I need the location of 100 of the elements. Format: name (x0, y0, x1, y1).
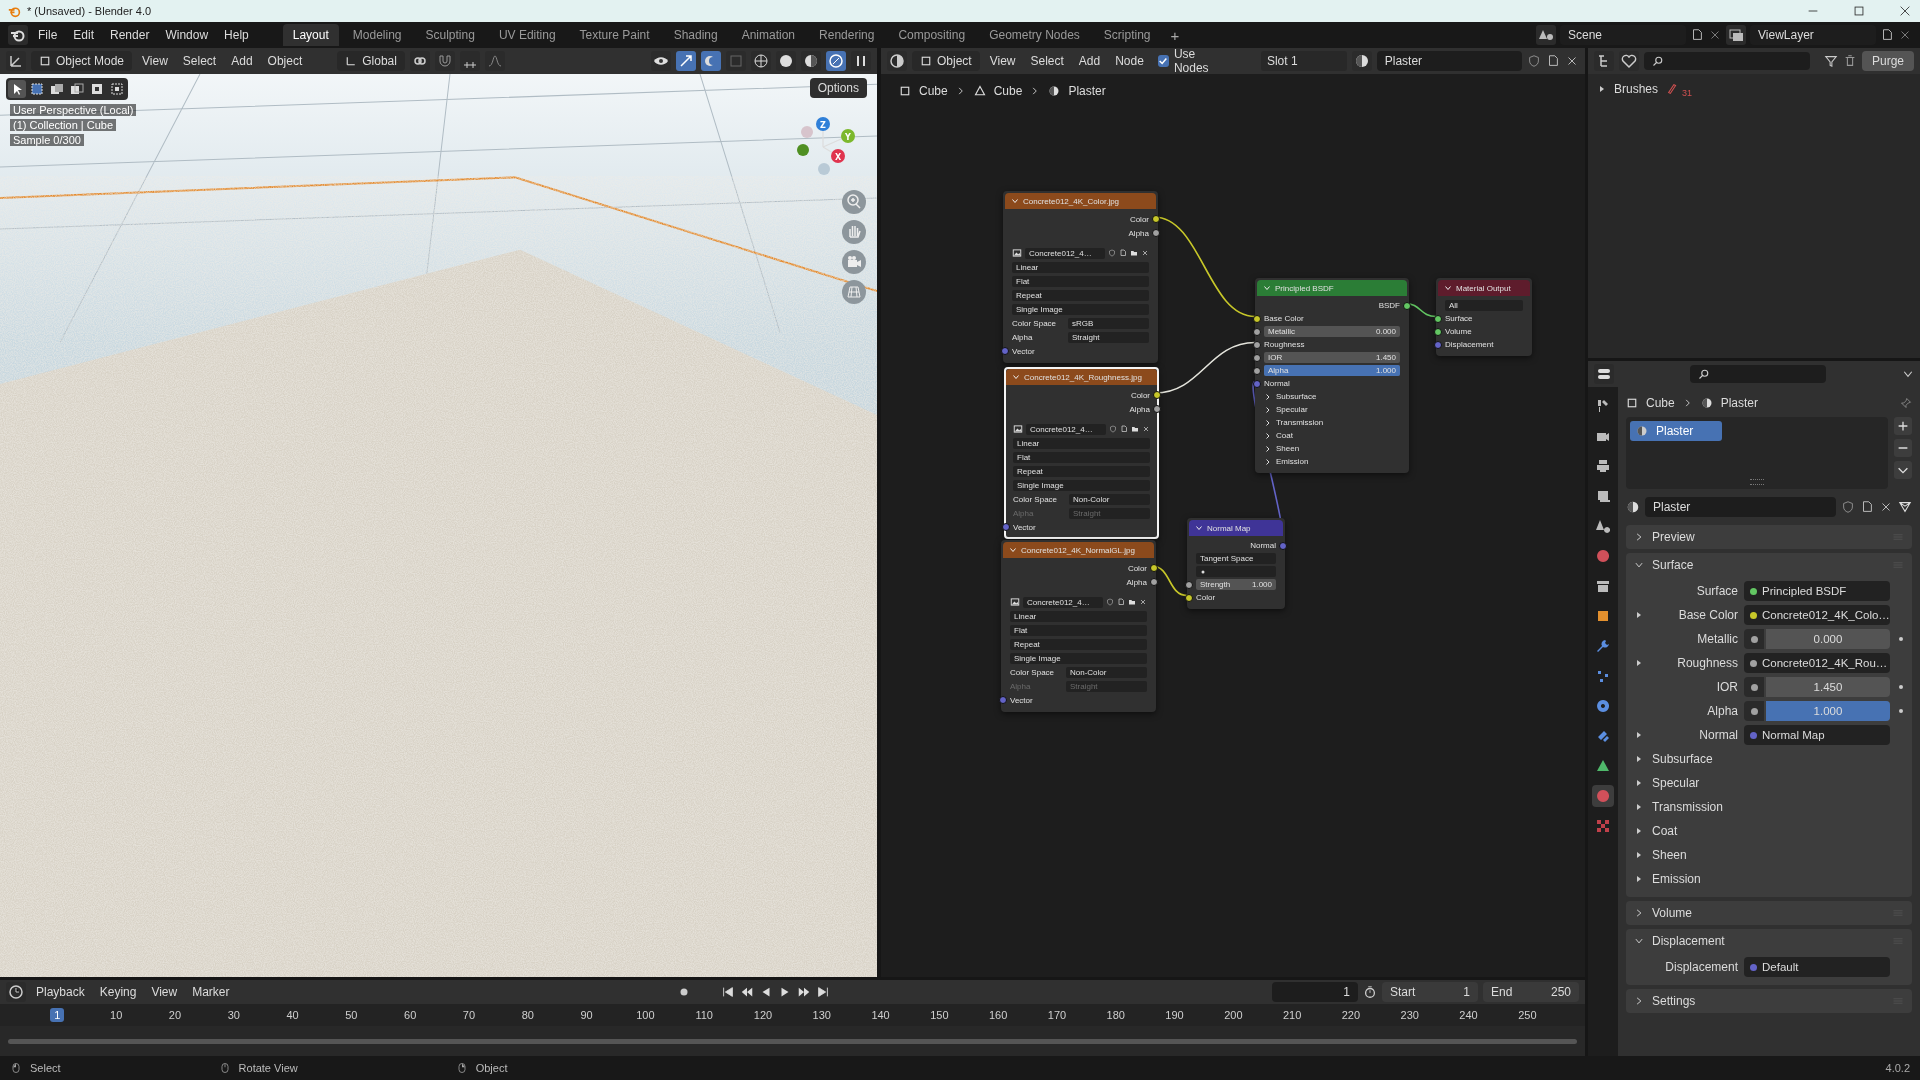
node-dropdown[interactable]: Linear (1012, 261, 1149, 273)
add-workspace-button[interactable]: + (1164, 26, 1186, 44)
socket-dot[interactable] (1153, 391, 1161, 399)
frame-number[interactable]: 200 (1220, 1008, 1247, 1022)
socket-dot[interactable] (1434, 340, 1442, 349)
view-layer-field[interactable]: ViewLayer (1750, 25, 1876, 45)
menu-item[interactable]: View (137, 51, 173, 71)
menu-item[interactable]: Window (159, 25, 215, 45)
blender-logo-icon[interactable] (8, 25, 28, 45)
image-icon[interactable] (1012, 248, 1022, 258)
panel-label[interactable]: Subsurface (1652, 752, 1906, 766)
folder-icon[interactable] (1128, 598, 1136, 606)
menu-item[interactable]: View (146, 982, 183, 1002)
frame-number[interactable]: 80 (517, 1008, 538, 1022)
panel-label[interactable]: Coat (1652, 824, 1906, 838)
close-icon[interactable] (1898, 4, 1912, 18)
scene-icon[interactable] (1536, 25, 1556, 45)
purge-button[interactable]: Purge (1861, 51, 1914, 71)
menu-item[interactable]: View (984, 51, 1021, 71)
previous-keyframe-icon[interactable] (739, 985, 754, 999)
socket-dot[interactable] (1150, 564, 1158, 572)
socket-dot[interactable] (1750, 659, 1757, 667)
socket-dot[interactable] (1434, 327, 1442, 336)
breadcrumb-item[interactable]: Plaster (1720, 396, 1759, 410)
shield-icon[interactable] (1841, 500, 1855, 514)
node-dropdown[interactable]: sRGB (1068, 317, 1149, 329)
gizmo-icon[interactable] (676, 51, 696, 71)
close-icon[interactable] (1139, 598, 1147, 606)
frame-number[interactable]: 240 (1455, 1008, 1482, 1022)
mode-dropdown[interactable]: Object Mode (31, 51, 133, 71)
panel-label[interactable]: Subsurface (1276, 392, 1317, 401)
frame-number[interactable]: 40 (282, 1008, 303, 1022)
workspace-tab[interactable]: Geometry Nodes (979, 24, 1090, 46)
keyframe-dot[interactable] (1899, 709, 1903, 713)
expand-triangle-icon[interactable] (1635, 827, 1643, 835)
socket-dot[interactable] (1403, 301, 1411, 310)
shield-icon[interactable] (1527, 54, 1541, 68)
socket-dot[interactable] (999, 696, 1007, 704)
socket-dot[interactable] (1750, 587, 1757, 595)
menu-item[interactable]: Select (1025, 51, 1069, 71)
linked-input-field[interactable]: Concrete012_4K_Colo… (1744, 605, 1890, 625)
image-name-field[interactable]: Concrete012_4… (1023, 596, 1103, 608)
node-tree-icon[interactable] (1898, 500, 1912, 514)
search-field[interactable] (1644, 52, 1810, 70)
shader-node[interactable]: Normal Map Normal Tangent Space Strength 1.000 Color (1187, 518, 1285, 609)
linked-input-field[interactable]: Normal Map (1744, 725, 1890, 745)
scrollbar[interactable] (8, 1038, 1577, 1044)
material-name-field[interactable]: Plaster (1376, 51, 1522, 71)
clock-editor-icon[interactable] (6, 982, 26, 1002)
socket-dot[interactable] (1434, 314, 1442, 323)
frame-number[interactable]: 30 (223, 1008, 244, 1022)
number-slider[interactable]: 1.000 (1766, 701, 1890, 721)
panel-label[interactable]: Sheen (1276, 444, 1300, 453)
socket-dot[interactable] (1253, 340, 1261, 349)
node-dropdown[interactable]: Repeat (1013, 465, 1150, 477)
socket-dot[interactable] (1185, 593, 1193, 602)
panel-label[interactable]: Coat (1276, 431, 1293, 440)
number-field[interactable]: IOR 1.450 (1264, 352, 1400, 363)
copy-icon[interactable] (1546, 54, 1560, 68)
node-dropdown[interactable]: Repeat (1012, 289, 1149, 301)
linked-input-field[interactable]: Concrete012_4K_Rou… (1744, 653, 1890, 673)
options-dropdown[interactable]: Options (809, 78, 867, 98)
search-field[interactable] (1690, 365, 1826, 383)
menu-item[interactable]: Keying (94, 982, 142, 1002)
frame-number[interactable]: 110 (691, 1008, 717, 1022)
copy-icon[interactable] (1120, 425, 1128, 433)
node-dropdown[interactable]: Single Image (1013, 479, 1150, 491)
socket-dot[interactable] (1150, 578, 1158, 586)
axes-editor-icon[interactable] (6, 51, 26, 71)
shield-icon[interactable] (1106, 598, 1114, 606)
jump-start-icon[interactable] (720, 985, 735, 999)
menu-item[interactable]: Marker (187, 982, 235, 1002)
frame-number[interactable]: 60 (400, 1008, 421, 1022)
socket-dot[interactable] (1152, 229, 1160, 237)
node-dropdown[interactable]: Flat (1012, 275, 1149, 287)
socket-dot[interactable] (1253, 314, 1261, 323)
frame-number[interactable]: 220 (1337, 1008, 1365, 1022)
overlay-icon[interactable] (701, 51, 721, 71)
select-new-icon[interactable] (28, 80, 46, 98)
socket-button[interactable] (1744, 629, 1764, 649)
collapse-icon[interactable] (1263, 284, 1271, 292)
keyframe-dot[interactable] (1899, 637, 1903, 641)
frame-number[interactable]: 250 (1514, 1008, 1541, 1022)
panel-label[interactable]: Specular (1276, 405, 1308, 414)
panel-label[interactable]: Emission (1276, 457, 1309, 466)
socket-dot[interactable] (1153, 405, 1161, 413)
expand-triangle-icon[interactable] (1635, 731, 1643, 739)
folder-icon[interactable] (1130, 249, 1138, 257)
checkbox[interactable] (1157, 55, 1169, 67)
linked-input-field[interactable]: Default (1744, 957, 1890, 977)
socket-dot[interactable] (1253, 353, 1261, 362)
eye-icon[interactable] (651, 51, 671, 71)
workspace-tab[interactable]: Rendering (809, 24, 885, 46)
chevron-down-icon[interactable] (1894, 461, 1912, 479)
node-editor-icon[interactable] (887, 51, 907, 71)
frame-number[interactable]: 160 (984, 1008, 1012, 1022)
zoom-icon[interactable] (842, 190, 866, 214)
panel-header[interactable]: Preview (1626, 525, 1912, 549)
menu-item[interactable]: Help (218, 25, 255, 45)
image-name-field[interactable]: Concrete012_4… (1025, 247, 1105, 259)
